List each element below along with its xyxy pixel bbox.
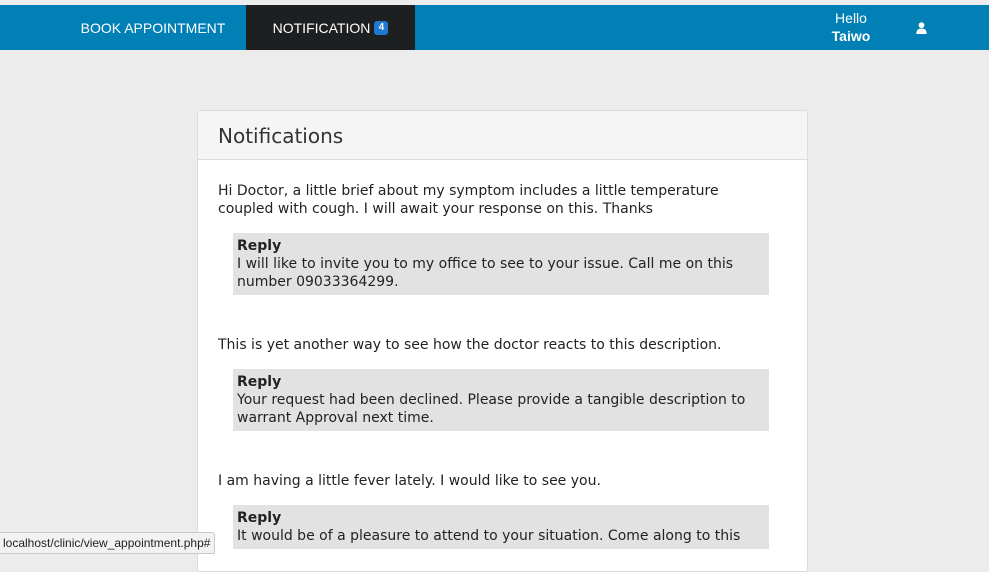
nav-book-appointment-label: BOOK APPOINTMENT: [80, 19, 226, 36]
status-url: localhost/clinic/view_appointment.php#: [3, 536, 211, 550]
reply-box: Reply It would be of a pleasure to atten…: [233, 505, 769, 549]
reply-text: I will like to invite you to my office t…: [237, 256, 734, 290]
user-menu-button[interactable]: [906, 17, 936, 39]
notification-count-badge: 4: [374, 20, 389, 35]
notification-message: This is yet another way to see how the d…: [218, 337, 722, 353]
notification-message: I am having a little fever lately. I wou…: [218, 473, 601, 489]
panel-header: Notifications: [198, 111, 807, 160]
nav-notification[interactable]: NOTIFICATION 4: [246, 5, 415, 50]
panel-title: Notifications: [218, 124, 344, 148]
nav-book-appointment[interactable]: BOOK APPOINTMENT: [60, 5, 246, 50]
reply-text: It would be of a pleasure to attend to y…: [237, 528, 741, 544]
user-icon: [915, 22, 927, 34]
browser-status-bar: localhost/clinic/view_appointment.php#: [0, 532, 216, 554]
reply-box: Reply I will like to invite you to my of…: [233, 233, 769, 295]
top-navbar: BOOK APPOINTMENT NOTIFICATION 4 Hello Ta…: [0, 5, 989, 50]
reply-label: Reply: [237, 374, 282, 390]
reply-label: Reply: [237, 510, 282, 526]
notifications-panel: Notifications Hi Doctor, a little brief …: [197, 110, 808, 572]
nav-notification-label: NOTIFICATION: [272, 19, 371, 36]
reply-box: Reply Your request had been declined. Pl…: [233, 369, 769, 431]
reply-text: Your request had been declined. Please p…: [237, 392, 746, 426]
greeting-text: Hello: [835, 10, 867, 26]
notification-message: Hi Doctor, a little brief about my sympt…: [218, 183, 719, 217]
user-greeting: Hello Taiwo: [823, 9, 879, 45]
user-name: Taiwo: [831, 28, 871, 44]
reply-label: Reply: [237, 238, 282, 254]
